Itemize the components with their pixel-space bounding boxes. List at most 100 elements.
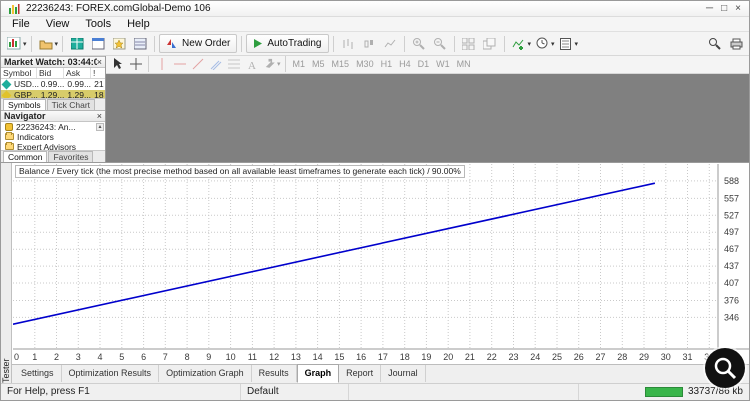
data-window-toggle-icon[interactable] xyxy=(88,35,108,53)
svg-text:3: 3 xyxy=(76,352,81,362)
tab-report[interactable]: Report xyxy=(339,365,382,383)
trendline-tool-icon[interactable] xyxy=(189,56,206,72)
new-order-button[interactable]: New Order xyxy=(159,34,238,54)
tab-optimization-graph[interactable]: Optimization Graph xyxy=(159,365,252,383)
templates-icon[interactable] xyxy=(556,35,576,53)
close-button[interactable]: × xyxy=(735,2,741,16)
arrows-caret-icon[interactable]: ▾ xyxy=(277,60,281,68)
new-chart-icon[interactable] xyxy=(4,35,24,53)
minimize-button[interactable]: ─ xyxy=(706,2,713,16)
arrows-tool-icon[interactable] xyxy=(261,56,278,72)
horizontal-line-tool-icon[interactable] xyxy=(171,56,188,72)
timeframe-w1[interactable]: W1 xyxy=(433,58,453,70)
symbol-row[interactable]: GBP... 1.29... 1.29... 18 xyxy=(1,89,105,98)
timeframe-h1[interactable]: H1 xyxy=(378,58,396,70)
tile-windows-icon[interactable] xyxy=(459,35,479,53)
periods-caret-icon[interactable]: ▾ xyxy=(551,40,555,48)
tester-side-tab[interactable]: Tester xyxy=(1,162,12,383)
symbol-row[interactable]: USD... 0.99... 0.99... 21 xyxy=(1,79,105,90)
column-bid[interactable]: Bid xyxy=(37,67,64,78)
profiles-icon[interactable] xyxy=(36,35,56,53)
toolbar-separator xyxy=(62,35,64,52)
symbol-ask: 1.29... xyxy=(67,90,92,98)
periods-icon[interactable] xyxy=(532,35,552,53)
tester-tab-bar: Settings Optimization Results Optimizati… xyxy=(12,363,749,384)
navigator-close-icon[interactable]: × xyxy=(97,111,102,121)
navigator-item-label: Indicators xyxy=(17,131,54,142)
symbol-spread: 18 xyxy=(94,90,104,98)
profiles-caret-icon[interactable]: ▾ xyxy=(55,40,59,48)
tab-settings[interactable]: Settings xyxy=(14,365,62,383)
zoom-overlay-icon[interactable] xyxy=(705,348,745,388)
tab-graph[interactable]: Graph xyxy=(296,364,340,384)
column-ask[interactable]: Ask xyxy=(64,67,91,78)
market-watch-toggle-icon[interactable] xyxy=(67,35,87,53)
autotrading-button[interactable]: AutoTrading xyxy=(246,34,329,54)
column-spread[interactable]: ! xyxy=(91,68,104,78)
zoom-in-icon[interactable] xyxy=(409,35,429,53)
cascade-windows-icon[interactable] xyxy=(480,35,500,53)
menu-bar: File View Tools Help xyxy=(1,17,749,33)
navigator-toggle-icon[interactable] xyxy=(109,35,129,53)
svg-text:14: 14 xyxy=(313,352,323,362)
tab-results[interactable]: Results xyxy=(252,365,297,383)
tab-common[interactable]: Common xyxy=(3,150,48,162)
timeframe-m5[interactable]: M5 xyxy=(309,58,328,70)
timeframe-d1[interactable]: D1 xyxy=(415,58,433,70)
maximize-button[interactable]: □ xyxy=(721,2,727,16)
timeframe-h4[interactable]: H4 xyxy=(396,58,414,70)
menu-file[interactable]: File xyxy=(5,17,37,31)
column-symbol[interactable]: Symbol xyxy=(1,67,37,78)
svg-text:11: 11 xyxy=(248,352,257,362)
navigator-item-expert-advisors[interactable]: Expert Advisors xyxy=(1,142,105,150)
status-help-text: For Help, press F1 xyxy=(1,383,241,400)
terminal-toggle-icon[interactable] xyxy=(130,35,150,53)
candlestick-mode-icon[interactable] xyxy=(359,35,379,53)
timeframe-m1[interactable]: M1 xyxy=(290,58,309,70)
menu-tools[interactable]: Tools xyxy=(78,17,118,31)
svg-text:31: 31 xyxy=(682,352,692,362)
text-tool-icon[interactable]: A xyxy=(243,56,260,72)
tab-journal[interactable]: Journal xyxy=(381,365,426,383)
channel-tool-icon[interactable] xyxy=(207,56,224,72)
svg-text:527: 527 xyxy=(724,210,739,220)
indicators-caret-icon[interactable]: ▾ xyxy=(528,40,532,48)
market-watch-close-icon[interactable]: × xyxy=(97,57,102,67)
zoom-out-icon[interactable] xyxy=(430,35,450,53)
svg-text:16: 16 xyxy=(356,352,366,362)
indicators-icon[interactable] xyxy=(509,35,529,53)
menu-help[interactable]: Help xyxy=(120,17,157,31)
scroll-up-icon[interactable]: ▴ xyxy=(96,122,104,131)
toolbar-right-tools xyxy=(704,35,746,53)
timeframe-mn[interactable]: MN xyxy=(454,58,474,70)
crosshair-icon[interactable] xyxy=(127,56,144,72)
market-watch-tabs: Symbols Tick Chart xyxy=(1,97,105,110)
bar-chart-mode-icon[interactable] xyxy=(338,35,358,53)
status-profile[interactable]: Default xyxy=(241,383,349,400)
svg-text:29: 29 xyxy=(639,352,649,362)
tab-optimization-results[interactable]: Optimization Results xyxy=(62,365,160,383)
vertical-line-tool-icon[interactable] xyxy=(153,56,170,72)
cursor-icon[interactable] xyxy=(109,56,126,72)
search-icon[interactable] xyxy=(704,35,724,53)
tab-tick-chart[interactable]: Tick Chart xyxy=(46,98,96,110)
new-chart-caret-icon[interactable]: ▾ xyxy=(23,40,27,48)
tab-symbols[interactable]: Symbols xyxy=(3,98,46,110)
tab-favorites[interactable]: Favorites xyxy=(48,150,94,162)
left-panels: Market Watch: 03:44:00 × Symbol Bid Ask … xyxy=(1,55,106,162)
timeframe-m15[interactable]: M15 xyxy=(329,58,353,70)
tester-graph-area: 0 1 2 3 4 5 6 7 8 9 10 11 12 13 14 15 16 17 18 19 20 21 22 23 24… xyxy=(12,162,749,364)
navigator-item-account[interactable]: 22236243: An... xyxy=(1,122,105,132)
status-bar: For Help, press F1 Default 33737/86 kb xyxy=(1,382,749,400)
timeframe-m30[interactable]: M30 xyxy=(353,58,377,70)
print-icon[interactable] xyxy=(726,35,746,53)
fibonacci-tool-icon[interactable] xyxy=(225,56,242,72)
navigator-tree: 22236243: An... Indicators Expert Adviso… xyxy=(1,121,105,150)
tester-balance-graph[interactable]: 0 1 2 3 4 5 6 7 8 9 10 11 12 13 14 15 16 17 18 19 20 21 22 23 24… xyxy=(13,163,749,364)
templates-caret-icon[interactable]: ▾ xyxy=(575,40,579,48)
navigator-item-indicators[interactable]: Indicators xyxy=(1,132,105,142)
svg-text:26: 26 xyxy=(574,352,584,362)
menu-view[interactable]: View xyxy=(39,17,77,31)
navigator-item-label: 22236243: An... xyxy=(16,121,76,132)
line-chart-mode-icon[interactable] xyxy=(380,35,400,53)
